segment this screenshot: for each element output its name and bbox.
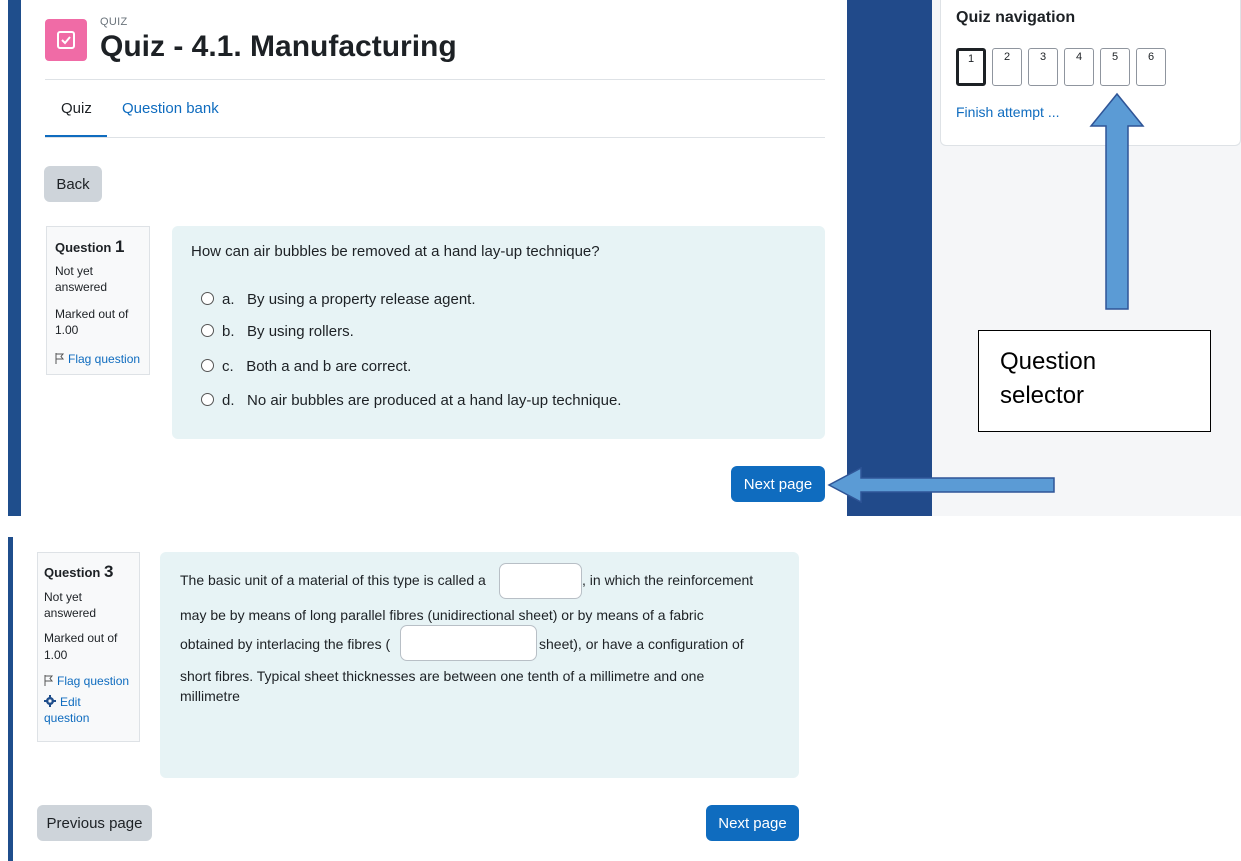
edit-question-link[interactable]: Edit question	[44, 694, 124, 726]
arrow-up-icon	[1089, 92, 1145, 310]
question-status: Not yet answered	[44, 590, 97, 620]
flag-question-label: Flag question	[57, 674, 130, 688]
question-number-value: 3	[103, 562, 114, 581]
gear-icon	[44, 695, 56, 707]
question-label: Question	[44, 565, 101, 580]
question-number: Question 3	[44, 562, 113, 582]
question-text-line: obtained by interlacing the fibres (	[180, 636, 391, 652]
marked-value: 1.00	[44, 648, 68, 662]
question-text-line: , in which the reinforcement	[582, 572, 753, 588]
question-text-line: sheet), or have a configuration of	[539, 636, 744, 652]
question-text-line: short fibres. Typical sheet thicknesses …	[180, 668, 705, 684]
arrow-left-icon	[827, 466, 1055, 504]
marked-label: Marked out of	[44, 631, 118, 645]
question-info-box: Question 3 Not yet answered Marked out o…	[37, 552, 140, 742]
previous-page-button[interactable]: Previous page	[37, 805, 152, 841]
question-text-line: may be by means of long parallel fibres …	[180, 607, 704, 623]
next-page-button[interactable]: Next page	[706, 805, 799, 841]
question-text-line: The basic unit of a material of this typ…	[180, 572, 486, 588]
question-text-part: , in which the reinforcement	[582, 572, 754, 588]
question-content: The basic unit of a material of this typ…	[160, 552, 799, 778]
answer-blank-2[interactable]	[400, 625, 537, 661]
answer-blank-1[interactable]	[499, 563, 582, 599]
question-text-part: The basic unit of a material of this typ…	[180, 572, 486, 588]
flag-icon	[44, 675, 54, 686]
question-text-line: millimetre	[180, 688, 240, 704]
flag-question-link[interactable]: Flag question	[44, 674, 129, 688]
